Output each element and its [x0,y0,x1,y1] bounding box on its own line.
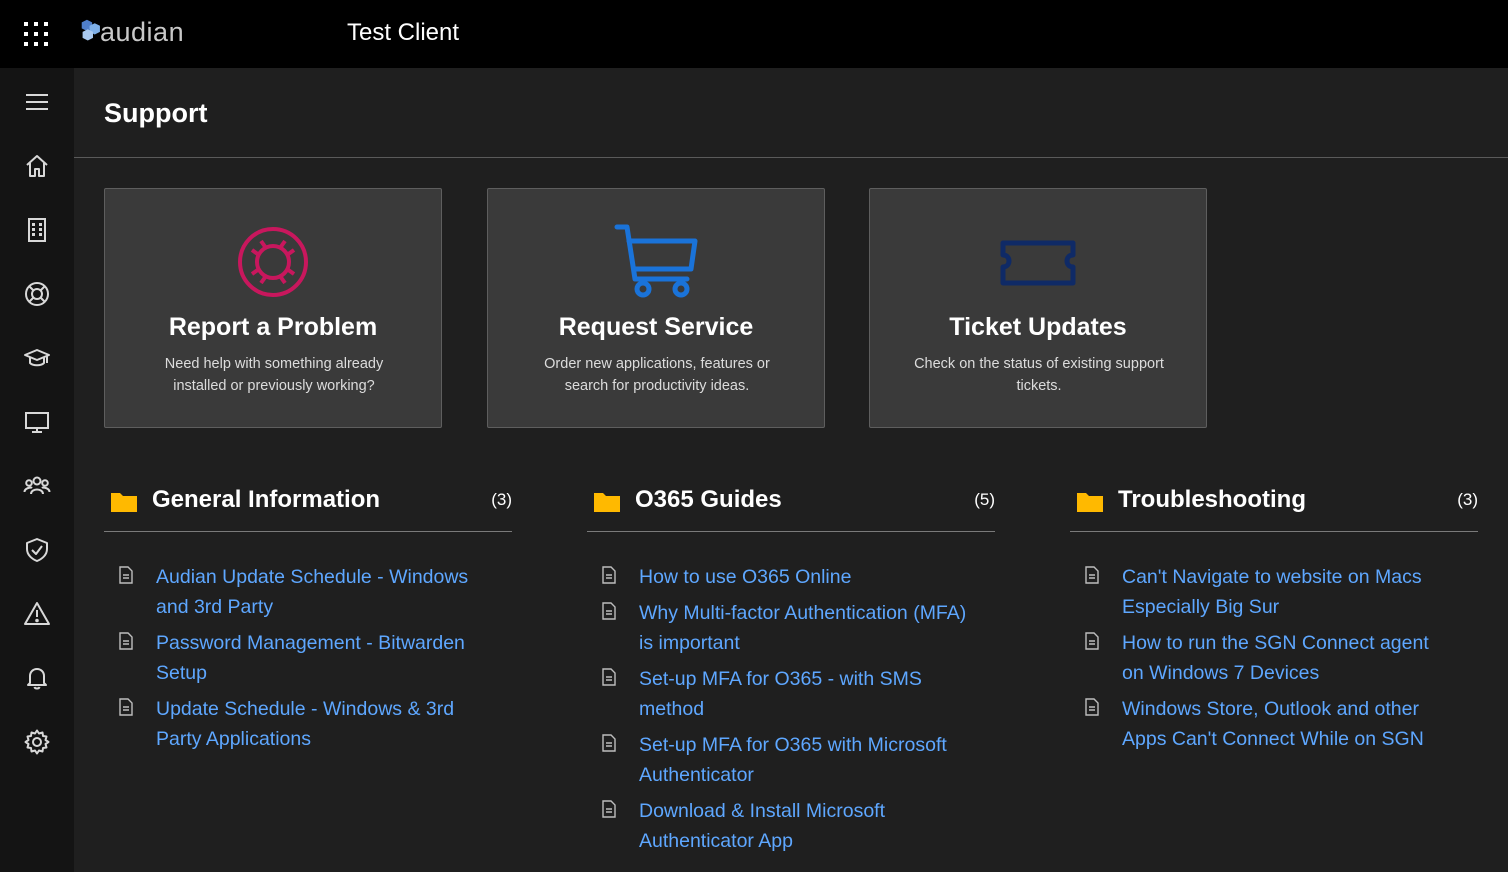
list-item: Audian Update Schedule - Windows and 3rd… [104,562,512,622]
category-o365-guides: O365 Guides (5) How to use O365 Online W… [587,486,995,852]
home-icon[interactable] [21,150,53,182]
card-title: Report a Problem [168,313,378,341]
category-count: (5) [974,490,995,509]
monitor-icon[interactable] [21,406,53,438]
category-count: (3) [1457,490,1478,509]
category-title: O365 Guides [635,486,782,513]
article-list: How to use O365 Online Why Multi-factor … [587,562,995,862]
tenant-name: Test Client [347,19,460,46]
card-description: Need help with something already install… [164,356,384,394]
category-title: Troubleshooting [1118,486,1306,513]
lifebuoy-icon[interactable] [21,278,53,310]
card-description: Check on the status of existing support … [914,356,1164,394]
report-problem-card[interactable]: Report a Problem Need help with somethin… [104,188,442,428]
warning-triangle-icon[interactable] [21,598,53,630]
document-icon [119,566,133,584]
document-icon [119,632,133,650]
gear-icon[interactable] [21,726,53,758]
article-link[interactable]: How to use O365 Online [639,562,969,592]
article-link[interactable]: Why Multi-factor Authentication (MFA) is… [639,598,969,658]
people-icon[interactable] [21,470,53,502]
lifebuoy-icon [238,227,308,297]
logo-text: audian [100,17,185,47]
list-item: Set-up MFA for O365 with Microsoft Authe… [587,730,995,790]
list-item: Set-up MFA for O365 - with SMS method [587,664,995,724]
article-link[interactable]: Download & Install Microsoft Authenticat… [639,796,969,856]
document-icon [1085,698,1099,716]
shopping-cart-icon [614,224,698,298]
article-list: Audian Update Schedule - Windows and 3rd… [104,562,512,760]
category-header[interactable]: General Information (3) [104,486,512,532]
category-title: General Information [152,486,381,513]
building-icon[interactable] [21,214,53,246]
article-link[interactable]: Audian Update Schedule - Windows and 3rd… [156,562,486,622]
document-icon [602,566,616,584]
ticket-icon [1000,240,1076,286]
document-icon [602,800,616,818]
card-description: Order new applications, features or sear… [544,356,770,394]
request-service-card[interactable]: Request Service Order new applications, … [487,188,825,428]
folder-icon [594,493,620,512]
article-link[interactable]: Set-up MFA for O365 - with SMS method [639,664,969,724]
folder-icon [111,493,137,512]
category-general-information: General Information (3) Audian Update Sc… [104,486,512,750]
category-header[interactable]: O365 Guides (5) [587,486,995,532]
article-link[interactable]: Update Schedule - Windows & 3rd Party Ap… [156,694,486,754]
article-link[interactable]: Can't Navigate to website on Macs Especi… [1122,562,1452,622]
main-content: Support Report a Problem Need help with … [74,68,1508,872]
card-title: Ticket Updates [949,313,1127,341]
shield-check-icon[interactable] [21,534,53,566]
document-icon [602,668,616,686]
ticket-updates-card[interactable]: Ticket Updates Check on the status of ex… [869,188,1207,428]
article-list: Can't Navigate to website on Macs Especi… [1070,562,1478,760]
document-icon [602,734,616,752]
category-troubleshooting: Troubleshooting (3) Can't Navigate to we… [1070,486,1478,750]
document-icon [602,602,616,620]
list-item: How to run the SGN Connect agent on Wind… [1070,628,1478,688]
category-count: (3) [491,490,512,509]
document-icon [1085,566,1099,584]
article-link[interactable]: Password Management - Bitwarden Setup [156,628,486,688]
document-icon [119,698,133,716]
article-link[interactable]: How to run the SGN Connect agent on Wind… [1122,628,1452,688]
bell-icon[interactable] [21,662,53,694]
article-link[interactable]: Set-up MFA for O365 with Microsoft Authe… [639,730,969,790]
sidebar-nav [0,68,74,872]
top-bar: audian Test Client [0,0,1508,68]
graduation-cap-icon[interactable] [21,342,53,374]
card-title: Request Service [558,313,754,341]
category-header[interactable]: Troubleshooting (3) [1070,486,1478,532]
title-divider [74,157,1508,158]
list-item: Password Management - Bitwarden Setup [104,628,512,688]
folder-icon [1077,493,1103,512]
list-item: Can't Navigate to website on Macs Especi… [1070,562,1478,622]
document-icon [1085,632,1099,650]
article-link[interactable]: Windows Store, Outlook and other Apps Ca… [1122,694,1452,754]
list-item: How to use O365 Online [587,562,995,592]
list-item: Download & Install Microsoft Authenticat… [587,796,995,856]
list-item: Windows Store, Outlook and other Apps Ca… [1070,694,1478,754]
page-title: Support [104,98,208,128]
list-item: Update Schedule - Windows & 3rd Party Ap… [104,694,512,754]
app-launcher-icon[interactable] [22,20,50,48]
hamburger-menu-icon[interactable] [21,86,53,118]
list-item: Why Multi-factor Authentication (MFA) is… [587,598,995,658]
